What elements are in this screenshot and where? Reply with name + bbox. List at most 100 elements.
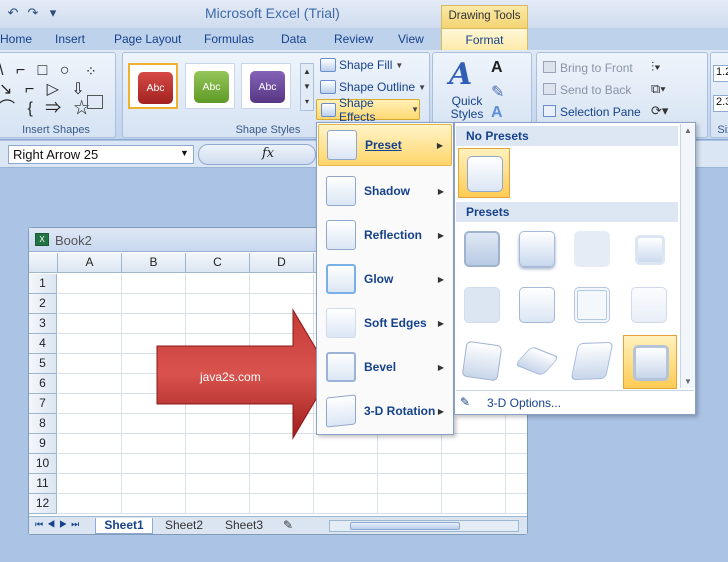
preset-option[interactable]: [568, 225, 616, 273]
drawing-tools-header: Drawing Tools: [441, 5, 528, 28]
tab-view[interactable]: View: [398, 32, 424, 46]
preset-option[interactable]: [458, 281, 506, 329]
sheet-tab-sheet3[interactable]: Sheet3: [225, 518, 263, 534]
no-preset-option[interactable]: [458, 148, 510, 198]
select-all-corner[interactable]: [29, 253, 58, 273]
shape-height-field[interactable]: 1.2: [713, 65, 728, 82]
column-header[interactable]: D: [250, 253, 314, 273]
preset-option[interactable]: [568, 337, 616, 385]
pencil-icon: [320, 80, 336, 94]
sheet-tab-sheet1[interactable]: Sheet1: [95, 518, 153, 534]
name-box[interactable]: Right Arrow 25: [8, 145, 194, 164]
row-header[interactable]: 7: [29, 394, 57, 414]
tab-insert[interactable]: Insert: [55, 32, 85, 46]
tab-formulas[interactable]: Formulas: [204, 32, 254, 46]
tab-review[interactable]: Review: [334, 32, 373, 46]
row-header[interactable]: 9: [29, 434, 57, 454]
tab-data[interactable]: Data: [281, 32, 306, 46]
chevron-down-icon: ▼: [395, 60, 404, 70]
shape-width-field[interactable]: 2.3: [713, 95, 728, 112]
preset-option[interactable]: [625, 281, 673, 329]
preset-option[interactable]: [458, 225, 506, 273]
tab-format[interactable]: Format: [441, 28, 528, 52]
send-back-icon: [543, 83, 556, 95]
insert-sheet-icon[interactable]: ✎: [283, 518, 293, 534]
send-to-back-button[interactable]: Send to Back: [543, 83, 631, 97]
styles-gallery-scroll[interactable]: ▲ ▼ ▾: [300, 63, 314, 111]
row-header[interactable]: 11: [29, 474, 57, 494]
undo-icon[interactable]: ↶: [6, 5, 20, 21]
menu-item-reflection[interactable]: Reflection ▶: [318, 214, 452, 256]
insert-function-icon[interactable]: fx: [262, 146, 274, 161]
preset-option[interactable]: [458, 337, 506, 385]
bring-to-front-button[interactable]: Bring to Front: [543, 61, 633, 75]
column-header[interactable]: C: [186, 253, 250, 273]
text-box-icon[interactable]: [87, 95, 103, 109]
shapes-gallery[interactable]: \ ⌐ □ ○ ↘ ⌐ ▷ ⇩ ⌒ { ⇒ ☆: [0, 61, 92, 119]
sheet-tab-sheet2[interactable]: Sheet2: [165, 518, 203, 534]
shape-style-thumb[interactable]: Abc: [241, 63, 291, 109]
tab-page-layout[interactable]: Page Layout: [114, 32, 181, 46]
glow-icon: [326, 264, 356, 294]
shape-effects-button[interactable]: Shape Effects ▼: [316, 96, 420, 124]
row-header[interactable]: 5: [29, 354, 57, 374]
preset-swatch: [631, 287, 667, 323]
column-header[interactable]: B: [122, 253, 186, 273]
horizontal-scrollbar[interactable]: [329, 520, 519, 532]
menu-item-bevel[interactable]: Bevel ▶: [318, 346, 452, 388]
sheet-nav-arrows-icon[interactable]: ⏮◀▶⏭: [35, 519, 83, 530]
bevel-icon: [326, 352, 356, 382]
menu-item-preset[interactable]: Preset ▶: [318, 124, 452, 166]
menu-item-soft-edges[interactable]: Soft Edges ▶: [318, 302, 452, 344]
row-header[interactable]: 10: [29, 454, 57, 474]
scroll-thumb[interactable]: [350, 522, 460, 530]
preset-option[interactable]: [568, 281, 616, 329]
menu-item-glow[interactable]: Glow ▶: [318, 258, 452, 300]
row-header[interactable]: 6: [29, 374, 57, 394]
shape-style-thumb[interactable]: Abc: [128, 63, 178, 109]
edit-shape-icon[interactable]: ⁘: [85, 63, 107, 81]
shape-styles-label: Shape Styles: [235, 124, 301, 136]
row-header[interactable]: 4: [29, 334, 57, 354]
menu-item-shadow[interactable]: Shadow ▶: [318, 170, 452, 212]
redo-icon[interactable]: ↷: [26, 5, 40, 21]
column-header[interactable]: A: [58, 253, 122, 273]
selection-pane-button[interactable]: Selection Pane: [543, 105, 641, 119]
scroll-down-icon[interactable]: ▼: [684, 377, 692, 386]
text-effects-icon[interactable]: A: [491, 104, 503, 122]
submenu-arrow-icon: ▶: [436, 140, 443, 150]
customize-qat-icon[interactable]: ▾: [46, 5, 60, 21]
row-header[interactable]: 1: [29, 274, 57, 294]
quick-access-toolbar: ↶ ↷ ▾: [0, 2, 60, 24]
3d-options-item[interactable]: ✎ 3-D Options...: [456, 390, 694, 414]
preset-option[interactable]: [513, 337, 561, 385]
quick-styles-icon[interactable]: A: [449, 57, 472, 92]
shape-effects-menu: Preset ▶ Shadow ▶ Reflection ▶ Glow ▶ So…: [316, 122, 454, 435]
menu-item-3d-rotation[interactable]: 3-D Rotation ▶: [318, 390, 452, 432]
shape-fill-button[interactable]: Shape Fill ▼: [320, 55, 403, 75]
scroll-up-icon[interactable]: ▲: [684, 126, 692, 135]
menu-item-label: Preset: [365, 138, 402, 152]
row-header[interactable]: 3: [29, 314, 57, 334]
preset-option[interactable]: [513, 225, 561, 273]
row-header[interactable]: 2: [29, 294, 57, 314]
row-header[interactable]: 12: [29, 494, 57, 514]
shape-style-sample: Abc: [250, 71, 285, 103]
shape-outline-button[interactable]: Shape Outline ▼: [320, 77, 426, 97]
tab-home[interactable]: Home: [0, 32, 32, 46]
preset-option[interactable]: [513, 281, 561, 329]
align-icon[interactable]: ⫶▾: [651, 59, 661, 75]
group-icon[interactable]: ⧉▾: [651, 81, 666, 97]
shape-style-thumb[interactable]: Abc: [185, 63, 235, 109]
row-header[interactable]: 8: [29, 414, 57, 434]
chevron-down-icon[interactable]: ▼: [180, 148, 189, 158]
preset-option-selected[interactable]: [623, 335, 677, 389]
submenu-arrow-icon: ▶: [437, 230, 444, 240]
rotate-icon[interactable]: ⟳▾: [651, 103, 668, 119]
text-outline-icon[interactable]: ✎: [491, 82, 504, 102]
text-fill-icon[interactable]: A: [491, 59, 503, 77]
preset-vertical-scrollbar[interactable]: ▲ ▼: [680, 124, 695, 388]
quick-styles-label[interactable]: Quick Styles: [447, 95, 487, 121]
preset-option[interactable]: [625, 225, 673, 273]
send-to-back-label: Send to Back: [560, 83, 632, 97]
